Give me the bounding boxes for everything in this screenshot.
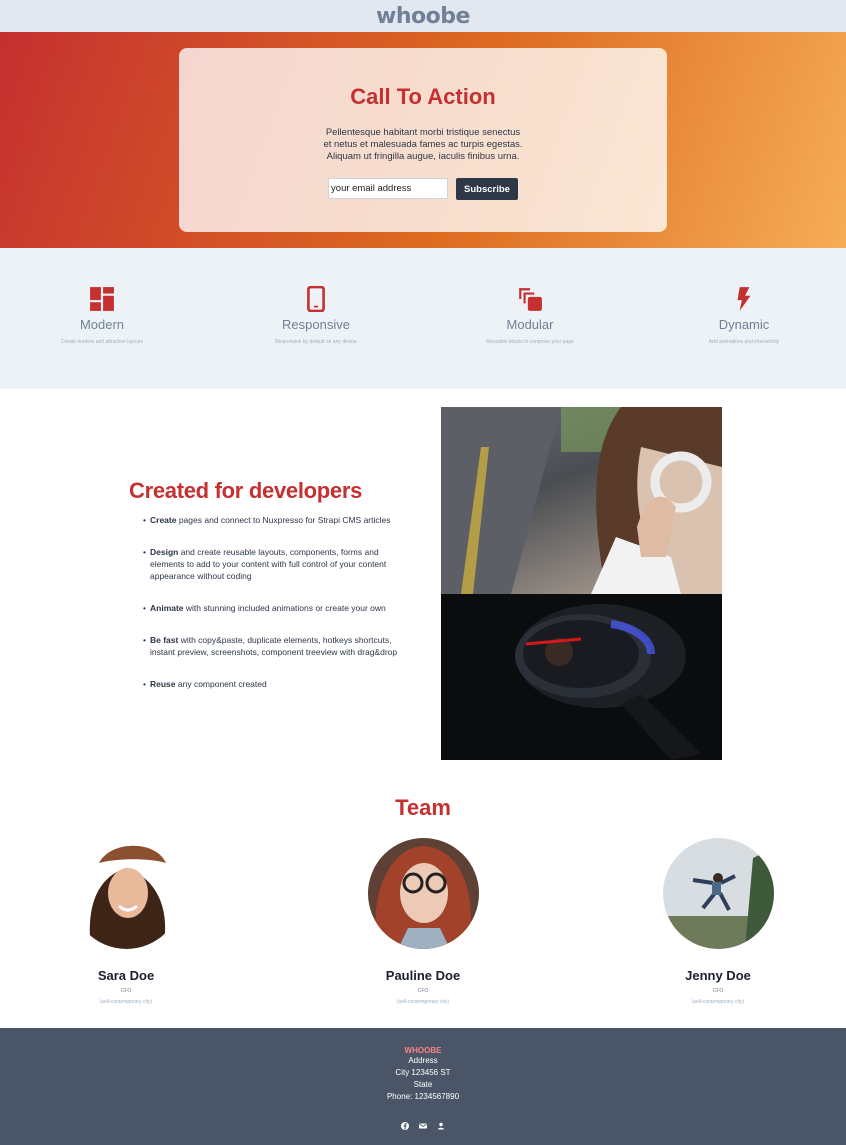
flash-icon <box>737 287 751 311</box>
developers-title: Created for developers <box>129 478 363 503</box>
member-tagline: (self-contemporary city) <box>396 999 450 1005</box>
cta-description: Pellentesque habitant morbi tristique se… <box>323 127 523 162</box>
member-name: Jenny Doe <box>685 968 751 983</box>
team-member-card: Pauline Doe CFO (self-contemporary city) <box>313 838 533 1005</box>
team-title: Team <box>395 795 451 820</box>
list-item: Animate with stunning included animation… <box>143 602 403 614</box>
member-role: CFO <box>712 988 724 994</box>
member-role: CFO <box>120 988 132 994</box>
member-tagline: (self-contemporary city) <box>99 999 153 1005</box>
list-item: Create pages and connect to Nuxpresso fo… <box>143 514 403 526</box>
list-item: Reuse any component created <box>143 678 403 690</box>
list-item-text: and create reusable layouts, components,… <box>150 547 387 581</box>
cta-card: Call To Action Pellentesque habitant mor… <box>179 48 667 232</box>
top-navbar: whoobe <box>0 0 846 32</box>
footer-state: State <box>413 1080 433 1089</box>
footer-brand: WHOOBE <box>404 1046 442 1055</box>
avatar <box>367 838 479 949</box>
feature-responsive: Responsive Responsive by default on any … <box>236 286 396 345</box>
list-item-keyword: Animate <box>150 603 184 613</box>
features-section: Modern Create modern and attractive layo… <box>0 248 846 389</box>
feature-title: Modern <box>79 317 125 332</box>
feature-title: Responsive <box>282 317 350 332</box>
feature-title: Modular <box>506 317 554 332</box>
subscribe-form: Subscribe <box>179 178 667 200</box>
member-role: CFO <box>417 988 429 994</box>
footer-address: Address <box>408 1056 438 1065</box>
user-icon[interactable] <box>437 1117 445 1130</box>
avatar <box>70 838 182 949</box>
list-item: Design and create reusable layouts, comp… <box>143 546 403 582</box>
site-footer: WHOOBE Address City 123456 ST State Phon… <box>0 1028 846 1145</box>
footer-city: City 123456 ST <box>395 1068 451 1077</box>
email-icon[interactable] <box>419 1117 427 1129</box>
email-input[interactable] <box>328 178 449 199</box>
subscribe-button[interactable]: Subscribe <box>456 178 518 200</box>
dashboard-icon <box>90 287 114 311</box>
feature-description: Add animations and interactivity <box>708 339 780 345</box>
feature-description: Reusable blocks to compose your page <box>486 339 574 345</box>
member-name: Pauline Doe <box>385 968 461 983</box>
team-member-card: Jenny Doe CFO (self-contemporary city) <box>608 838 828 1005</box>
developers-feature-list: Create pages and connect to Nuxpresso fo… <box>143 514 403 710</box>
list-item-keyword: Design <box>150 547 179 557</box>
photo-wristwatch <box>441 594 722 760</box>
smartphone-icon <box>307 286 325 312</box>
site-logo[interactable]: whoobe <box>376 4 470 29</box>
feature-title: Dynamic <box>718 317 770 332</box>
footer-phone: Phone: 1234567890 <box>386 1092 460 1101</box>
list-item-keyword: Create <box>150 515 177 525</box>
feature-description: Responsive by default on any device <box>275 339 357 345</box>
member-tagline: (self-contemporary city) <box>691 999 745 1005</box>
list-item-text: with stunning included animations or cre… <box>183 603 386 613</box>
layers-icon <box>519 288 542 311</box>
team-member-card: Sara Doe CFO (self-contemporary city) <box>16 838 236 1005</box>
feature-modular: Modular Reusable blocks to compose your … <box>450 286 610 345</box>
cta-title: Call To Action <box>350 84 496 109</box>
list-item-keyword: Reuse <box>150 679 176 689</box>
avatar <box>662 838 774 949</box>
member-name: Sara Doe <box>97 968 155 983</box>
social-links <box>0 1117 846 1130</box>
hero-section: Call To Action Pellentesque habitant mor… <box>0 32 846 248</box>
photo-headphones-girl <box>441 407 722 594</box>
feature-description: Create modern and attractive layouts <box>61 339 143 345</box>
feature-dynamic: Dynamic Add animations and interactivity <box>664 286 824 345</box>
list-item-text: pages and connect to Nuxpresso for Strap… <box>176 515 391 525</box>
list-item-text: with copy&paste, duplicate elements, hot… <box>150 635 398 657</box>
list-item-keyword: Be fast <box>150 635 179 645</box>
list-item-text: any component created <box>175 679 267 689</box>
facebook-icon[interactable] <box>401 1117 409 1130</box>
feature-modern: Modern Create modern and attractive layo… <box>22 286 182 345</box>
list-item: Be fast with copy&paste, duplicate eleme… <box>143 634 403 658</box>
